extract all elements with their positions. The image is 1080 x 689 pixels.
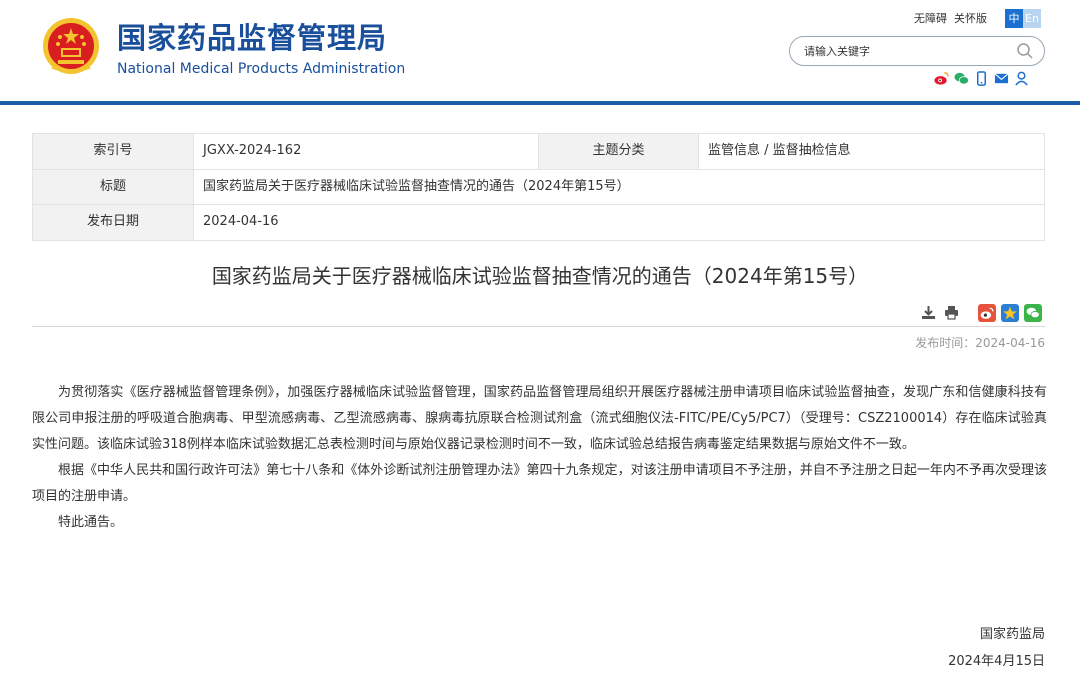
site-title[interactable]: 国家药品监督管理局 [117, 20, 387, 56]
article-divider [32, 326, 1045, 327]
mobile-icon[interactable] [974, 71, 989, 86]
article-tools [920, 304, 1042, 322]
qzone-share-icon[interactable] [1001, 304, 1019, 322]
weibo-icon[interactable] [934, 71, 949, 86]
wechat-icon[interactable] [954, 71, 969, 86]
lang-zh-button[interactable]: 中 [1005, 9, 1023, 28]
date-value: 2024-04-16 [193, 204, 1045, 241]
download-icon[interactable] [920, 304, 937, 321]
index-value: JGXX-2024-162 [193, 133, 539, 170]
language-switch: 中 En [1005, 9, 1041, 28]
title-value: 国家药监局关于医疗器械临床试验监督抽查情况的通告（2024年第15号） [193, 168, 1045, 205]
signature: 国家药监局 [979, 627, 1045, 642]
mail-icon[interactable] [994, 71, 1009, 86]
article-paragraph: 为贯彻落实《医疗器械监督管理条例》，加强医疗器械临床试验监督管理，国家药品监督管… [32, 385, 1047, 452]
user-icon[interactable] [1014, 71, 1029, 86]
category-value: 监管信息 / 监督抽检信息 [698, 133, 1045, 170]
site-header: 国家药品监督管理局 National Medical Products Admi… [0, 0, 1080, 105]
header-share-icons [934, 71, 1029, 86]
article-body: 为贯彻落实《医疗器械监督管理条例》，加强医疗器械临床试验监督管理，国家药品监督管… [32, 380, 1047, 536]
print-icon[interactable] [943, 304, 960, 321]
publish-time: 发布时间：2024-04-16 [915, 336, 1045, 350]
top-links: 无障碍 关怀版 [914, 11, 994, 27]
search-icon[interactable] [1016, 42, 1034, 60]
category-label: 主题分类 [538, 133, 699, 170]
article-paragraph: 特此通告。 [58, 515, 124, 530]
article-title: 国家药监局关于医疗器械临床试验监督抽查情况的通告（2024年第15号） [211, 264, 869, 288]
table-row: 标题 国家药监局关于医疗器械临床试验监督抽查情况的通告（2024年第15号） [32, 168, 1045, 205]
accessibility-link[interactable]: 无障碍 [914, 12, 947, 25]
weibo-share-icon[interactable] [978, 304, 996, 322]
header-divider [0, 101, 1080, 105]
document-info-table: 索引号 JGXX-2024-162 主题分类 监管信息 / 监督抽检信息 标题 … [32, 133, 1045, 241]
sign-date: 2024年4月15日 [948, 654, 1045, 669]
tool-spacer [966, 304, 972, 321]
index-label: 索引号 [32, 133, 194, 170]
table-row: 索引号 JGXX-2024-162 主题分类 监管信息 / 监督抽检信息 [32, 133, 1045, 170]
elder-mode-link[interactable]: 关怀版 [954, 12, 987, 25]
wechat-share-icon[interactable] [1024, 304, 1042, 322]
date-label: 发布日期 [32, 204, 194, 241]
table-row: 发布日期 2024-04-16 [32, 204, 1045, 241]
lang-en-button[interactable]: En [1023, 9, 1041, 28]
site-title-en[interactable]: National Medical Products Administration [117, 60, 405, 78]
article-paragraph: 根据《中华人民共和国行政许可法》第七十八条和《体外诊断试剂注册管理办法》第四十九… [32, 463, 1047, 504]
search-box [789, 36, 1045, 66]
national-emblem-icon[interactable] [42, 17, 100, 75]
title-label: 标题 [32, 168, 194, 205]
search-input[interactable] [804, 42, 1004, 60]
